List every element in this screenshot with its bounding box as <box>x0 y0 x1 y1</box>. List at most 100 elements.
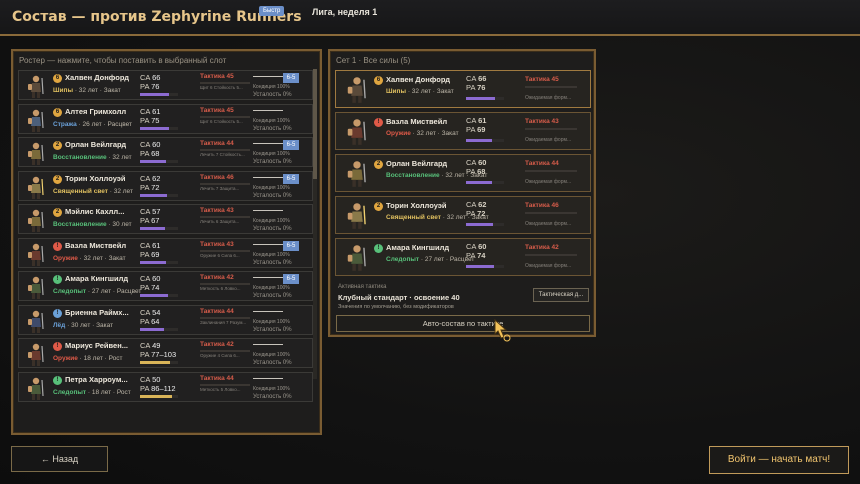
player-info: Шипы · 32 лет · Закат <box>386 88 454 95</box>
tactic-note: Лечить 6 Защита... <box>200 219 240 224</box>
lineup-panel: Сет 1 · Все силы (5) 6 Халвен Донфорд Шипы… <box>328 49 596 337</box>
tactic-rating: Тактика 46 <box>200 173 234 181</box>
condition-text: Кондиция 100% <box>253 117 290 124</box>
slot-number-badge: ! <box>53 308 62 318</box>
ca-value: 61 <box>478 116 487 125</box>
tactic-rating: Тактика 44 <box>525 160 559 167</box>
fatigue-text: Усталость 0% <box>253 293 292 299</box>
slot-number-badge: ! <box>53 275 62 284</box>
roster-row[interactable]: 2 Орлан Вейлгард Восстановление · 32 лет CA… <box>18 137 313 167</box>
player-info: Оружие · 18 лет · Рост <box>53 355 123 362</box>
pa-bar <box>466 97 504 100</box>
ca-value: 57 <box>152 207 161 216</box>
roster-scroll-thumb[interactable] <box>313 69 317 179</box>
roster-row[interactable]: ! Петра Харроум... Следопыт · 18 лет · Рос… <box>18 371 313 402</box>
pa-bar <box>466 181 504 184</box>
lineup-slot[interactable]: ! Амара Кингшилд Следопыт · 27 лет · Расцв… <box>335 238 591 276</box>
player-stats: CA 61 PA 69 <box>466 116 487 134</box>
pa-value: 75 <box>151 115 160 125</box>
pa-bar <box>140 126 178 130</box>
player-info: Восстановление · 30 лет <box>53 221 132 228</box>
pa-bar-fill <box>140 160 166 163</box>
roster-scrollbar[interactable] <box>313 69 317 379</box>
pa-bar <box>466 223 504 226</box>
tactic-note: Меткость 6 Ловко... <box>200 286 241 291</box>
roster-row[interactable]: ! Бриенна Раймх... Лёд · 30 лет · Закат CA … <box>18 304 313 335</box>
slot-number-badge: ! <box>374 118 383 127</box>
pa-bar-fill <box>466 265 495 268</box>
pa-bar <box>140 160 178 163</box>
pa-bar-fill <box>140 93 169 96</box>
tactics-button[interactable]: Тактическая д... <box>533 288 589 302</box>
player-stats: CA 61 PA 69 <box>140 240 161 259</box>
lineup-slot[interactable]: 2 Торин Холлоуэй Священный свет · 32 лет ·… <box>335 196 591 234</box>
player-stats: CA 62 PA 72 <box>466 200 487 218</box>
fatigue-text: Усталость 0% <box>253 226 292 232</box>
roster-row[interactable]: 2 Мэйлис Кахлл... Восстановление · 30 лет C… <box>18 204 313 234</box>
tactic-note: Меткость 5 Ловко... <box>200 386 241 392</box>
pa-value: 74 <box>477 251 486 260</box>
roster-row[interactable]: 2 Торин Холлоуэй Священный свет · 32 лет CA… <box>18 170 313 201</box>
roster-row[interactable]: 6 Алтея Гримхолл Стража · 26 лет · Расцвет… <box>18 103 313 134</box>
pa-value: 86–112 <box>151 383 176 393</box>
lineup-slot[interactable]: 2 Орлан Вейлгард Восстановление · 32 лет ·… <box>335 154 591 192</box>
player-name: Орлан Вейлгард <box>386 159 448 168</box>
roster-row[interactable]: ! Амара Кингшилд Следопыт · 27 лет · Расцв… <box>18 271 313 301</box>
back-button[interactable]: ← Назад <box>11 446 108 472</box>
condition-text: Кондиция 100% <box>253 151 290 157</box>
ca-value: 49 <box>152 341 161 350</box>
player-stats: CA 54 PA 64 <box>140 307 161 326</box>
ranger-icon <box>23 274 49 300</box>
tactic-rating: Тактика 44 <box>200 140 234 147</box>
player-info: Следопыт · 18 лет · Рост <box>53 389 131 396</box>
tactic-bar <box>200 149 250 151</box>
tactic-bar <box>200 283 250 285</box>
player-age-phase: · 30 лет · Закат <box>65 321 114 329</box>
slot-number-badge: 6 <box>53 107 62 117</box>
auto-lineup-button[interactable]: Авто-состав по тактике <box>336 315 590 332</box>
ca-value: 50 <box>152 374 161 384</box>
player-role: Следопыт <box>386 256 420 263</box>
pa-value: 76 <box>477 83 486 92</box>
roster-row[interactable]: ! Вазла Миствейл Оружие · 32 лет · Закат CA… <box>18 237 313 268</box>
player-info: Стража · 26 лет · Расцвет <box>53 121 132 128</box>
healer-icon <box>342 158 372 188</box>
pa-value: 64 <box>151 316 160 326</box>
player-role: Оружие <box>386 130 411 137</box>
roster-row[interactable]: ! Мариус Рейвен... Оружие · 18 лет · Рост C… <box>18 338 313 368</box>
player-info: Оружие · 32 лет · Закат <box>53 255 126 262</box>
player-age-phase: · 18 лет · Рост <box>86 388 131 396</box>
player-name: Халвен Донфорд <box>386 75 450 84</box>
speed-badge: Быстр <box>259 6 285 16</box>
condition-text: Кондиция 100% <box>253 218 290 224</box>
player-name: Орлан Вейлгард <box>65 140 127 149</box>
pa-bar-fill <box>140 327 165 331</box>
roster-row[interactable]: 6 Халвен Донфорд Шипы · 32 лет · Закат CA 6… <box>18 70 313 100</box>
slot-number-badge: 2 <box>53 174 62 184</box>
expected-form: Ожидаемая форм... <box>525 263 572 269</box>
lineup-slot[interactable]: 6 Халвен Донфорд Шипы · 32 лет · Закат CA 6… <box>335 70 591 108</box>
start-match-button[interactable]: Войти — начать матч! <box>709 446 849 474</box>
player-stats: CA 60 PA 68 <box>466 158 487 176</box>
condition-bar <box>253 109 283 111</box>
pa-bar-fill <box>140 361 171 364</box>
fatigue-text: Усталость 0% <box>253 92 292 98</box>
tactic-rating: Тактика 44 <box>200 374 234 382</box>
priest-icon <box>23 174 49 200</box>
player-age-phase: · 18 лет · Рост <box>77 355 123 362</box>
tactic-bar <box>525 254 577 256</box>
active-tactic-value: Клубный стандарт · освоение 40 <box>338 293 460 302</box>
player-role: Священный свет <box>53 187 108 195</box>
ranger-icon <box>23 375 49 401</box>
player-stats: CA 57 PA 67 <box>140 207 161 225</box>
condition-bar <box>253 176 283 178</box>
lineup-slot[interactable]: ! Вазла Миствейл Оружие · 32 лет · Закат CA… <box>335 112 591 150</box>
player-name: Торин Холлоуэй <box>386 201 447 210</box>
player-age-phase: · 32 лет · Закат <box>406 88 454 95</box>
tactic-rating: Тактика 45 <box>200 73 234 80</box>
player-role: Шипы <box>53 87 74 94</box>
pa-value: 72 <box>477 209 486 218</box>
tactic-rating: Тактика 44 <box>200 307 234 315</box>
fatigue-text: Усталость 0% <box>253 326 292 333</box>
tactic-rating: Тактика 43 <box>200 240 234 248</box>
